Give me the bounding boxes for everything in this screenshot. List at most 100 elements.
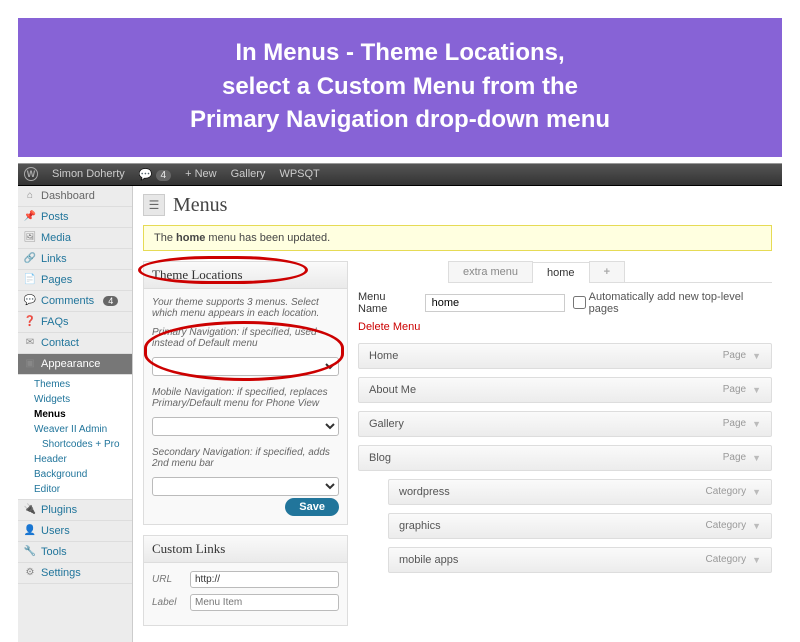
banner-line2: select a Custom Menu from the [78, 70, 722, 104]
menu-item-label: Home [369, 350, 398, 362]
sub-themes[interactable]: Themes [34, 377, 132, 392]
menu-item-label: Gallery [369, 418, 404, 430]
question-icon: ❓ [24, 316, 36, 328]
url-label: URL [152, 574, 182, 585]
primary-nav-select[interactable] [152, 357, 339, 376]
content-area: ☰ Menus The home menu has been updated. … [133, 186, 782, 642]
tab-add[interactable]: + [589, 261, 625, 282]
mail-icon: ✉ [24, 337, 36, 349]
menu-item-label: graphics [399, 520, 441, 532]
menu-item-label: wordpress [399, 486, 450, 498]
update-notice: The home menu has been updated. [143, 225, 772, 251]
site-name[interactable]: Simon Doherty [52, 168, 125, 180]
comment-count-badge: 4 [103, 296, 118, 306]
sidebar-contact[interactable]: ✉Contact [18, 333, 132, 354]
menu-item-type: Page [723, 418, 746, 429]
banner-line3: Primary Navigation drop-down menu [78, 103, 722, 137]
sidebar-plugins[interactable]: 🔌Plugins [18, 500, 132, 521]
menu-item-type: Category [706, 520, 747, 531]
sidebar-dashboard[interactable]: ⌂Dashboard [18, 186, 132, 207]
page-icon: 📄 [24, 274, 36, 286]
auto-add-checkbox[interactable]: Automatically add new top-level pages [573, 291, 772, 315]
sub-editor[interactable]: Editor [34, 482, 132, 497]
chevron-down-icon: ▼ [752, 555, 761, 565]
sub-widgets[interactable]: Widgets [34, 392, 132, 407]
menu-item[interactable]: GalleryPage▼ [358, 411, 772, 437]
media-icon: 🖼 [24, 232, 36, 244]
menu-item-type: Page [723, 350, 746, 361]
sub-header[interactable]: Header [34, 452, 132, 467]
sidebar-appearance[interactable]: ▣Appearance [18, 354, 132, 375]
link-label-label: Label [152, 597, 182, 608]
tab-extra-menu[interactable]: extra menu [448, 261, 533, 282]
home-icon: ⌂ [24, 190, 36, 202]
menu-item[interactable]: wordpress Category ▼ [388, 479, 772, 505]
menu-item[interactable]: mobile appsCategory▼ [388, 547, 772, 573]
menu-item-label: About Me [369, 384, 416, 396]
menu-item-type: Page [723, 452, 746, 463]
menu-item-label: mobile apps [399, 554, 458, 566]
adminbar-wpsqt[interactable]: WPSQT [279, 168, 319, 180]
chevron-down-icon: ▼ [752, 385, 761, 395]
secondary-nav-label: Secondary Navigation: if specified, adds… [152, 447, 339, 469]
pin-icon: 📌 [24, 211, 36, 223]
save-button[interactable]: Save [285, 498, 339, 516]
adminbar-gallery[interactable]: Gallery [231, 168, 266, 180]
delete-menu-link[interactable]: Delete Menu [358, 319, 420, 343]
banner-line1: In Menus - Theme Locations, [78, 36, 722, 70]
sub-menus[interactable]: Menus [34, 407, 132, 422]
menu-item[interactable]: About Me Page ▼ [358, 377, 772, 403]
user-icon: 👤 [24, 525, 36, 537]
chevron-down-icon: ▼ [752, 453, 761, 463]
sidebar-posts[interactable]: 📌Posts [18, 207, 132, 228]
wordpress-logo-icon[interactable]: W [24, 167, 38, 181]
page-header: ☰ Menus [143, 194, 772, 217]
sidebar-pages[interactable]: 📄Pages [18, 270, 132, 291]
appearance-submenu: Themes Widgets Menus Weaver II Admin Sho… [18, 375, 132, 500]
menu-tabs: extra menu home + [448, 261, 772, 283]
comments-bubble[interactable]: 💬 4 [139, 168, 171, 181]
tool-icon: 🔧 [24, 546, 36, 558]
chevron-down-icon: ▼ [752, 487, 761, 497]
menus-icon: ☰ [143, 194, 165, 216]
menu-item[interactable]: graphics Category ▼ [388, 513, 772, 539]
appearance-icon: ▣ [24, 358, 36, 370]
tab-home[interactable]: home [532, 262, 590, 283]
menu-item-type: Page [723, 384, 746, 395]
mobile-nav-select[interactable] [152, 417, 339, 436]
sidebar-tools[interactable]: 🔧Tools [18, 542, 132, 563]
new-button[interactable]: + New [185, 168, 217, 180]
theme-locations-box: Theme Locations Your theme supports 3 me… [143, 261, 348, 525]
menu-item[interactable]: Blog Page ▼ [358, 445, 772, 471]
menu-name-input[interactable] [425, 294, 565, 312]
sidebar-links[interactable]: 🔗Links [18, 249, 132, 270]
custom-links-box: Custom Links URL Label [143, 535, 348, 626]
link-icon: 🔗 [24, 253, 36, 265]
sidebar-settings[interactable]: ⚙Settings [18, 563, 132, 584]
menu-item-label: Blog [369, 452, 391, 464]
sub-weaver[interactable]: Weaver II Admin [34, 422, 132, 437]
theme-locations-heading: Theme Locations [144, 262, 347, 289]
sub-shortcodes[interactable]: Shortcodes + Pro [34, 437, 132, 452]
mobile-nav-label: Mobile Navigation: if specified, replace… [152, 387, 339, 409]
sidebar-faqs[interactable]: ❓FAQs [18, 312, 132, 333]
sidebar-users[interactable]: 👤Users [18, 521, 132, 542]
sidebar-media[interactable]: 🖼Media [18, 228, 132, 249]
chevron-down-icon: ▼ [752, 521, 761, 531]
page-title: Menus [173, 194, 227, 217]
menu-item[interactable]: HomePage▼ [358, 343, 772, 369]
plugin-icon: 🔌 [24, 504, 36, 516]
secondary-nav-select[interactable] [152, 477, 339, 496]
url-input[interactable] [190, 571, 339, 588]
sidebar-comments[interactable]: 💬Comments4 [18, 291, 132, 312]
custom-links-heading: Custom Links [144, 536, 347, 563]
sub-background[interactable]: Background [34, 467, 132, 482]
primary-nav-label: Primary Navigation: if specified, used i… [152, 327, 339, 349]
comment-icon: 💬 [24, 295, 36, 307]
menu-item-type: Category [706, 486, 747, 497]
menu-name-label: Menu Name [358, 291, 417, 315]
admin-bar: W Simon Doherty 💬 4 + New Gallery WPSQT [18, 164, 782, 186]
instruction-banner: In Menus - Theme Locations, select a Cus… [18, 18, 782, 157]
theme-locations-intro: Your theme supports 3 menus. Select whic… [152, 297, 339, 319]
link-label-input[interactable] [190, 594, 339, 611]
